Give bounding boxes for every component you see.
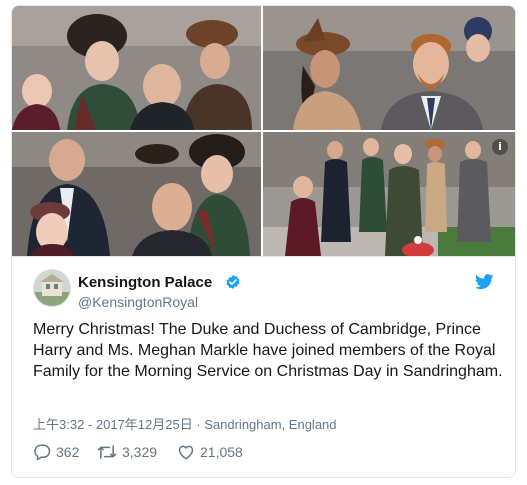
retweet-button[interactable]: 3,329 — [97, 443, 157, 461]
photo-crowd-2[interactable] — [12, 132, 261, 256]
like-button[interactable]: 21,058 — [177, 443, 243, 461]
tweet-timestamp[interactable]: 上午3:32 - 2017年12月25日 · Sandringham, Engl… — [33, 414, 337, 433]
photo-crowd-1[interactable] — [12, 6, 261, 130]
avatar[interactable] — [33, 269, 71, 307]
media-divider — [12, 256, 515, 257]
heart-icon — [178, 445, 194, 460]
verified-badge-icon — [226, 275, 240, 289]
reply-count: 362 — [56, 444, 80, 460]
retweet-icon — [97, 445, 117, 459]
twitter-bird-icon[interactable] — [475, 274, 494, 290]
info-icon[interactable]: i — [492, 139, 508, 155]
photo-walkway[interactable]: i — [263, 132, 515, 256]
reply-button[interactable]: 362 — [33, 443, 79, 461]
user-handle[interactable]: @KensingtonRoyal — [78, 294, 198, 310]
tweet-text: Merry Christmas! The Duke and Duchess of… — [33, 321, 503, 380]
display-name[interactable]: Kensington Palace — [78, 274, 212, 291]
retweet-count: 3,329 — [122, 444, 158, 460]
like-count: 21,058 — [200, 444, 243, 460]
photo-grid[interactable]: i — [12, 6, 515, 256]
photo-couple[interactable] — [263, 6, 515, 130]
tweet-card[interactable]: i Kensington Palace @KensingtonRoyal Mer… — [11, 5, 516, 478]
reply-icon — [34, 444, 51, 461]
